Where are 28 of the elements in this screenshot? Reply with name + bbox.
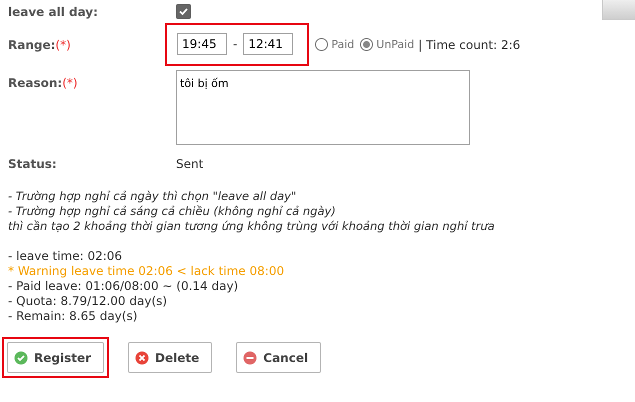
checkbox[interactable] bbox=[176, 4, 191, 19]
minus-circle-icon bbox=[243, 350, 258, 364]
field-label: Range:(*) bbox=[8, 38, 72, 52]
field-label: Status: bbox=[8, 157, 58, 171]
reason-field[interactable]: tôi bị ốm bbox=[176, 70, 470, 145]
check-circle-icon bbox=[14, 350, 28, 364]
summary-text: - Remain: 8.65 day(s) bbox=[8, 309, 138, 324]
close-icon bbox=[135, 350, 150, 364]
action-button[interactable]: Delete bbox=[128, 342, 212, 373]
note-text: - Trường hợp nghỉ cả ngày thì chọn "leave all day" bbox=[8, 189, 298, 204]
summary-text: - leave time: 02:06 bbox=[8, 249, 124, 264]
checkmark-icon bbox=[179, 7, 188, 16]
range-separator: - bbox=[233, 37, 238, 51]
summary-text: - Quota: 8.79/12.00 day(s) bbox=[8, 294, 168, 309]
warning-text: * Warning leave time 02:06 < lack time 08:00 bbox=[8, 264, 286, 279]
radio-option[interactable]: UnPaid bbox=[360, 38, 414, 51]
time-field[interactable]: 19:45 bbox=[177, 33, 227, 55]
status-value: Sent bbox=[176, 157, 204, 171]
radio-option[interactable]: Paid bbox=[315, 38, 354, 51]
note-text: thì cần tạo 2 khoảng thời gian tương ứng không trùng với khoảng thời gian nghỉ trưa bbox=[8, 219, 496, 234]
field-label: leave all day: bbox=[8, 4, 99, 18]
time-field[interactable]: 12:41 bbox=[243, 33, 294, 55]
action-button[interactable]: Register bbox=[7, 342, 104, 373]
field-label: Reason:(*) bbox=[8, 76, 79, 90]
time-count: | Time count: 2:6 bbox=[418, 38, 520, 52]
note-text: - Trường hợp nghỉ cả sáng cả chiều (không nghỉ cả ngày) bbox=[8, 204, 337, 219]
summary-text: - Paid leave: 01:06/08:00 ~ (0.14 day) bbox=[8, 279, 240, 294]
action-button[interactable]: Cancel bbox=[236, 342, 322, 373]
